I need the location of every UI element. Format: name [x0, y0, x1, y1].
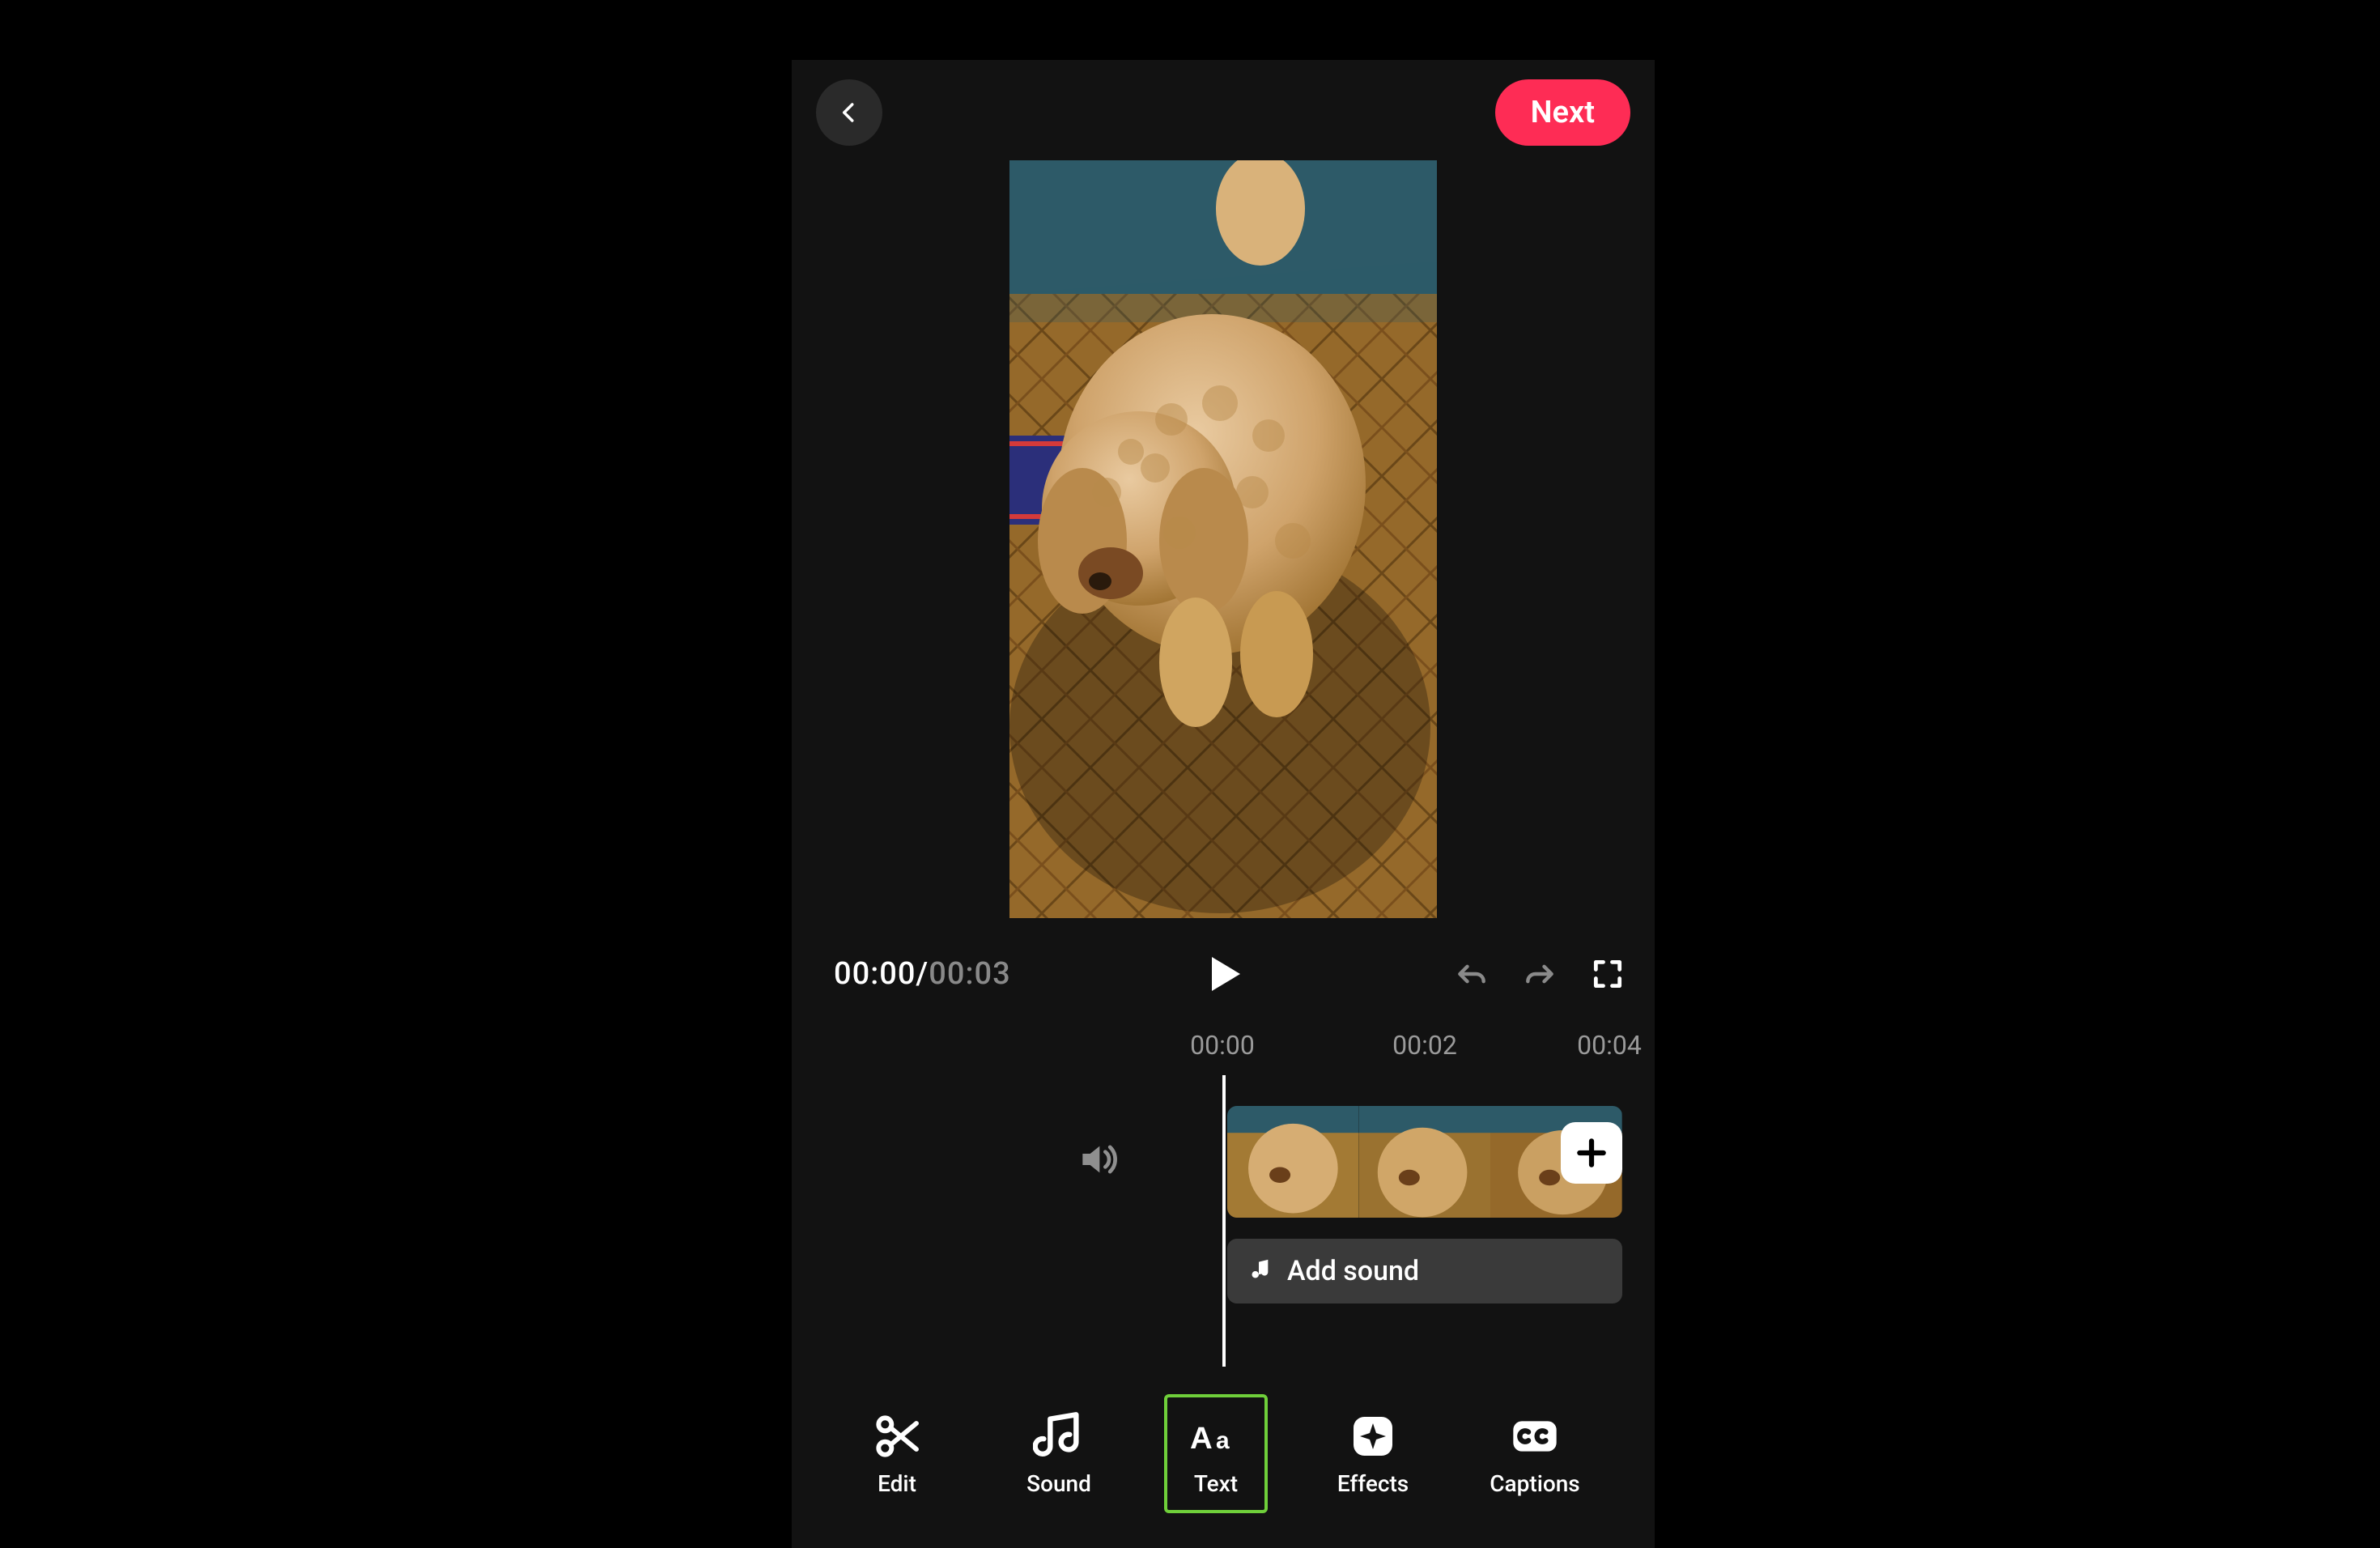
tool-edit[interactable]: Edit: [840, 1410, 954, 1497]
playback-controls: 00:00/00:03: [792, 929, 1655, 1019]
preview-area: [792, 160, 1655, 918]
tool-label: Edit: [878, 1470, 916, 1497]
header-bar: Next: [792, 60, 1655, 149]
playback-time: 00:00/00:03: [834, 956, 1011, 992]
tool-label: Text: [1194, 1470, 1238, 1497]
playhead[interactable]: [1222, 1075, 1226, 1367]
tool-label: Sound: [1026, 1470, 1091, 1497]
fullscreen-button[interactable]: [1590, 956, 1626, 992]
clip-thumbnail: [1227, 1106, 1359, 1218]
undo-button[interactable]: [1454, 956, 1490, 992]
add-clip-button[interactable]: [1561, 1122, 1622, 1184]
video-editor-screen: Next: [792, 60, 1655, 1548]
tool-overlay[interactable]: Ove: [1640, 1410, 1655, 1497]
preview-frame-image: [1009, 160, 1437, 918]
play-button[interactable]: [1201, 951, 1246, 997]
undo-icon: [1454, 956, 1490, 992]
video-preview[interactable]: [1009, 160, 1437, 918]
text-icon: A a: [1190, 1410, 1242, 1462]
tick-label: 00:04: [1577, 1030, 1642, 1061]
scissors-icon: [871, 1410, 923, 1462]
svg-text:A: A: [1190, 1420, 1213, 1455]
music-note-icon: [1245, 1257, 1273, 1285]
play-icon: [1201, 951, 1246, 997]
back-button[interactable]: [816, 79, 882, 146]
volume-button[interactable]: [1075, 1137, 1120, 1182]
tool-label: Effects: [1337, 1470, 1409, 1497]
tick-label: 00:02: [1392, 1030, 1457, 1061]
tool-effects[interactable]: Effects: [1316, 1410, 1430, 1497]
add-sound-track[interactable]: Add sound: [1227, 1239, 1622, 1303]
tool-label: Captions: [1490, 1470, 1579, 1497]
captions-icon: [1509, 1410, 1561, 1462]
timeline[interactable]: 00:00 00:02 00:04: [792, 1027, 1655, 1367]
redo-icon: [1522, 956, 1558, 992]
tool-text[interactable]: A a Text: [1164, 1394, 1268, 1513]
plus-icon: [1574, 1135, 1609, 1171]
playback-current: 00:00: [834, 956, 916, 992]
redo-button[interactable]: [1522, 956, 1558, 992]
tool-sound[interactable]: Sound: [1002, 1410, 1116, 1497]
chevron-left-icon: [837, 100, 861, 125]
svg-text:a: a: [1216, 1427, 1230, 1453]
clip-thumbnail: [1359, 1106, 1491, 1218]
timeline-ruler: 00:00 00:02 00:04: [792, 1027, 1655, 1065]
next-button-label: Next: [1531, 95, 1595, 130]
next-button[interactable]: Next: [1495, 79, 1630, 146]
sparkle-icon: [1347, 1410, 1399, 1462]
tool-captions[interactable]: Captions: [1478, 1410, 1592, 1497]
bottom-toolbar: Edit Sound A a Text: [792, 1386, 1655, 1548]
fullscreen-icon: [1590, 956, 1626, 992]
volume-icon: [1075, 1137, 1120, 1182]
playback-duration: 00:03: [929, 956, 1010, 992]
playback-separator: /: [916, 956, 929, 992]
tick-label: 00:00: [1190, 1030, 1255, 1061]
music-icon: [1033, 1410, 1085, 1462]
add-sound-label: Add sound: [1287, 1255, 1419, 1287]
